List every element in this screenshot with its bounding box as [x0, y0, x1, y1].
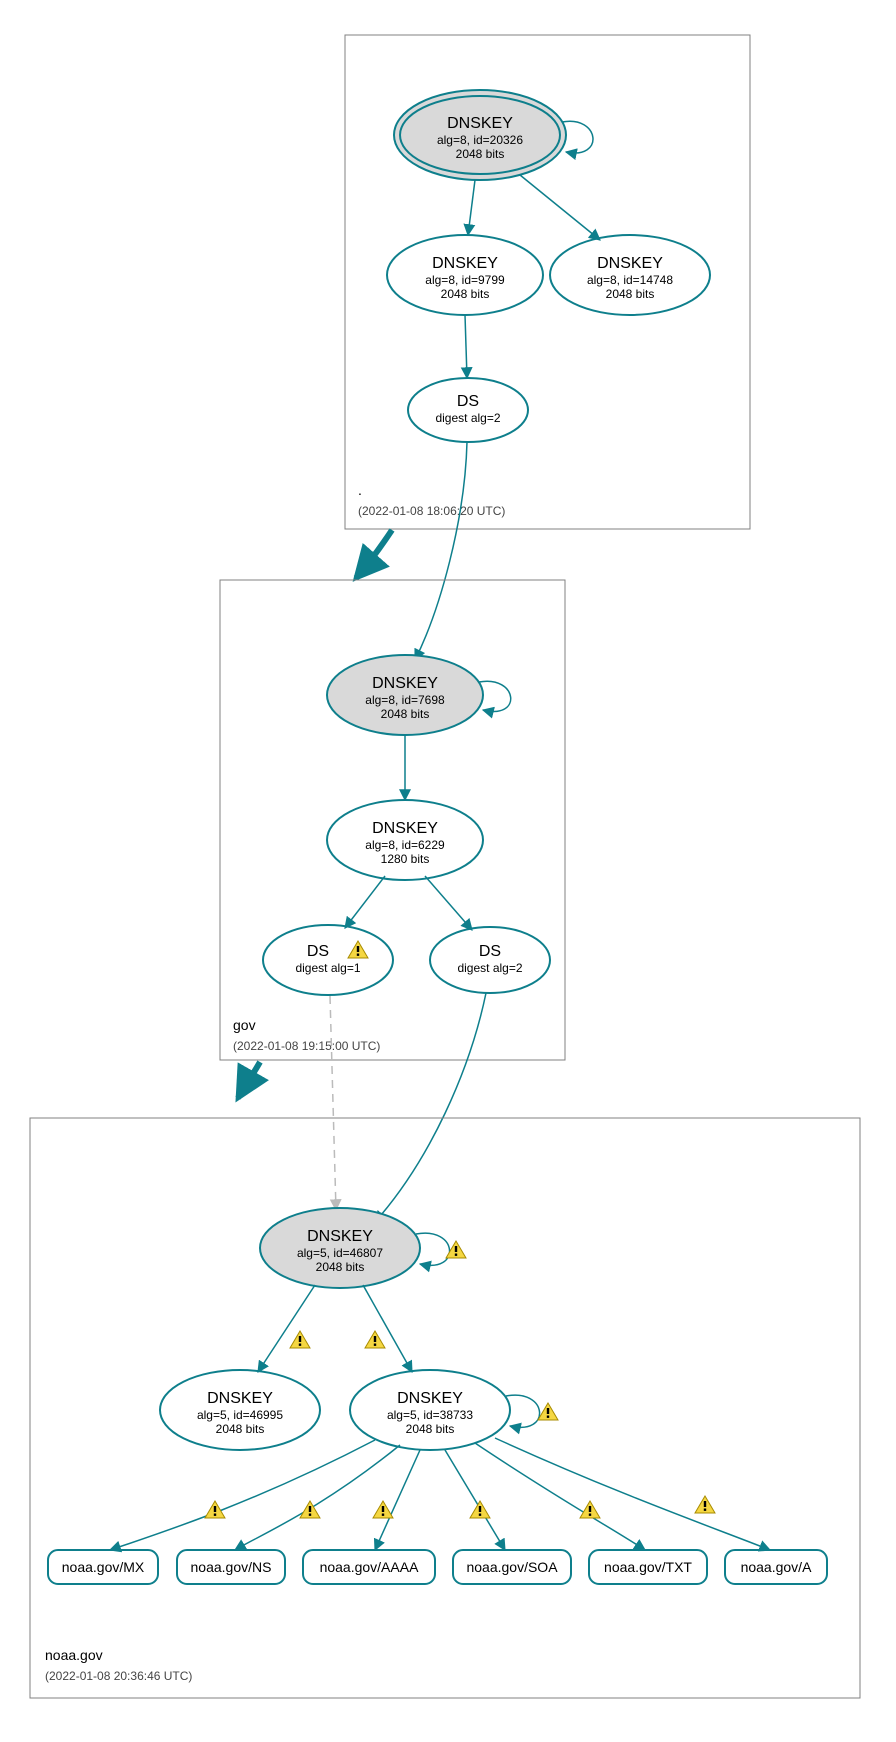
dnsviz-graph: . (2022-01-08 18:06:20 UTC) DNSKEY alg=8… [0, 0, 896, 1742]
node-root-zsk2: DNSKEY alg=8, id=14748 2048 bits [550, 235, 710, 315]
svg-text:2048 bits: 2048 bits [441, 287, 490, 301]
svg-text:DS: DS [457, 393, 479, 410]
node-rr-aaaa: noaa.gov/AAAA [303, 1550, 435, 1584]
edge-noaaksk-zsk1 [258, 1285, 315, 1372]
svg-text:2048 bits: 2048 bits [606, 287, 655, 301]
edge-rootzsk1-ds [465, 315, 467, 378]
node-root-ksk: DNSKEY alg=8, id=20326 2048 bits [394, 90, 566, 180]
warning-icon [695, 1496, 715, 1513]
svg-text:alg=5, id=38733: alg=5, id=38733 [387, 1408, 473, 1422]
svg-text:1280 bits: 1280 bits [381, 852, 430, 866]
svg-text:noaa.gov/AAAA: noaa.gov/AAAA [320, 1559, 420, 1575]
node-noaa-ksk: DNSKEY alg=5, id=46807 2048 bits [260, 1208, 420, 1288]
node-rr-mx: noaa.gov/MX [48, 1550, 158, 1584]
edge-govzsk-ds1 [345, 876, 385, 928]
zone-noaa-label: noaa.gov [45, 1647, 103, 1663]
zone-noaa-time: (2022-01-08 20:36:46 UTC) [45, 1669, 192, 1683]
warning-icon [290, 1331, 310, 1348]
zone-root-time: (2022-01-08 18:06:20 UTC) [358, 504, 505, 518]
svg-text:DNSKEY: DNSKEY [372, 820, 438, 837]
edge-zsk2-soa [445, 1450, 505, 1550]
svg-text:DNSKEY: DNSKEY [207, 1390, 273, 1407]
edge-noaa-ksk-self [416, 1233, 450, 1265]
svg-text:digest alg=1: digest alg=1 [295, 961, 360, 975]
edge-rootksk-zsk2 [520, 175, 600, 240]
svg-text:2048 bits: 2048 bits [406, 1422, 455, 1436]
warning-icon [580, 1501, 600, 1518]
edge-rootksk-zsk1 [468, 180, 475, 235]
node-rr-ns: noaa.gov/NS [177, 1550, 285, 1584]
edge-ds2-noaaksk [375, 993, 486, 1222]
svg-text:DNSKEY: DNSKEY [307, 1228, 373, 1245]
svg-text:2048 bits: 2048 bits [216, 1422, 265, 1436]
edge-root-to-gov [356, 530, 392, 578]
svg-text:2048 bits: 2048 bits [456, 147, 505, 161]
node-rr-soa: noaa.gov/SOA [453, 1550, 571, 1584]
svg-text:DNSKEY: DNSKEY [447, 115, 513, 132]
svg-text:alg=8, id=9799: alg=8, id=9799 [425, 273, 505, 287]
node-gov-zsk: DNSKEY alg=8, id=6229 1280 bits [327, 800, 483, 880]
svg-text:DS: DS [307, 943, 329, 960]
svg-text:noaa.gov/SOA: noaa.gov/SOA [466, 1559, 558, 1575]
svg-text:noaa.gov/TXT: noaa.gov/TXT [604, 1559, 692, 1575]
svg-text:noaa.gov/A: noaa.gov/A [741, 1559, 812, 1575]
edge-noaa-zsk2-self [506, 1395, 540, 1427]
svg-text:2048 bits: 2048 bits [316, 1260, 365, 1274]
node-noaa-zsk2: DNSKEY alg=5, id=38733 2048 bits [350, 1370, 510, 1450]
edge-noaaksk-zsk2 [363, 1285, 412, 1372]
warning-icon [470, 1501, 490, 1518]
node-gov-ds2: DS digest alg=2 [430, 927, 550, 993]
edge-gov-to-noaa [238, 1062, 260, 1098]
edge-zsk2-mx [110, 1440, 375, 1550]
edge-zsk2-txt [475, 1443, 645, 1550]
svg-text:DNSKEY: DNSKEY [397, 1390, 463, 1407]
node-root-zsk1: DNSKEY alg=8, id=9799 2048 bits [387, 235, 543, 315]
node-noaa-zsk1: DNSKEY alg=5, id=46995 2048 bits [160, 1370, 320, 1450]
edge-zsk2-ns [235, 1445, 400, 1550]
node-rr-txt: noaa.gov/TXT [589, 1550, 707, 1584]
svg-text:alg=5, id=46807: alg=5, id=46807 [297, 1246, 383, 1260]
svg-text:alg=5, id=46995: alg=5, id=46995 [197, 1408, 283, 1422]
svg-text:DNSKEY: DNSKEY [372, 675, 438, 692]
svg-text:alg=8, id=7698: alg=8, id=7698 [365, 693, 445, 707]
svg-text:alg=8, id=20326: alg=8, id=20326 [437, 133, 523, 147]
zone-gov-time: (2022-01-08 19:15:00 UTC) [233, 1039, 380, 1053]
node-gov-ksk: DNSKEY alg=8, id=7698 2048 bits [327, 655, 483, 735]
node-root-ds: DS digest alg=2 [408, 378, 528, 442]
svg-text:digest alg=2: digest alg=2 [457, 961, 522, 975]
zone-root-label: . [358, 482, 362, 498]
svg-text:DS: DS [479, 943, 501, 960]
svg-text:DNSKEY: DNSKEY [432, 255, 498, 272]
node-rr-a: noaa.gov/A [725, 1550, 827, 1584]
warning-icon [365, 1331, 385, 1348]
svg-text:noaa.gov/MX: noaa.gov/MX [62, 1559, 145, 1575]
edge-zsk2-a [495, 1438, 770, 1550]
edge-ds1-noaaksk [330, 996, 336, 1210]
warning-icon [373, 1501, 393, 1518]
edge-govzsk-ds2 [425, 876, 472, 930]
warning-icon [538, 1403, 558, 1420]
zone-gov-label: gov [233, 1017, 256, 1033]
edge-rootds-govksk [415, 442, 467, 660]
svg-text:alg=8, id=14748: alg=8, id=14748 [587, 273, 673, 287]
svg-text:2048 bits: 2048 bits [381, 707, 430, 721]
edge-zsk2-aaaa [375, 1450, 420, 1550]
svg-text:digest alg=2: digest alg=2 [435, 411, 500, 425]
svg-text:DNSKEY: DNSKEY [597, 255, 663, 272]
node-gov-ds1: DS digest alg=1 [263, 925, 393, 995]
svg-text:noaa.gov/NS: noaa.gov/NS [191, 1559, 272, 1575]
svg-text:alg=8, id=6229: alg=8, id=6229 [365, 838, 445, 852]
